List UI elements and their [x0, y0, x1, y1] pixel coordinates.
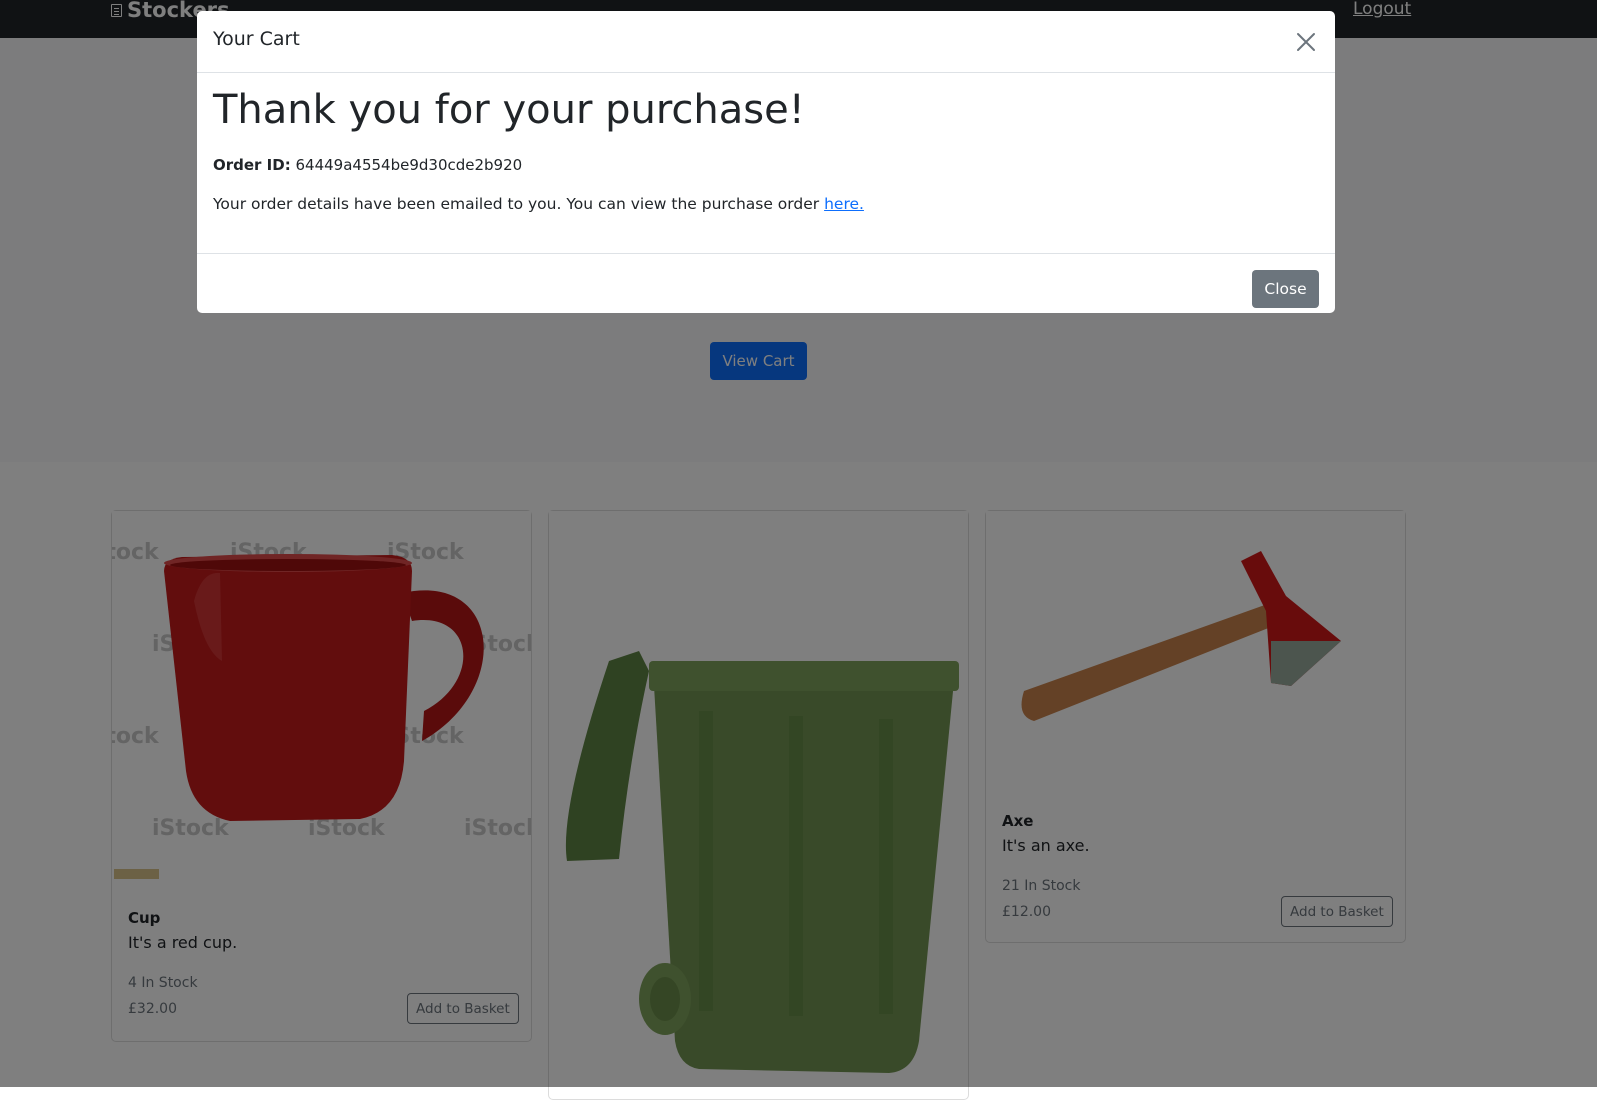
modal-header: Your Cart [197, 11, 1335, 73]
purchase-order-link[interactable]: here. [824, 195, 864, 213]
modal-title: Your Cart [213, 28, 300, 50]
close-button[interactable]: Close [1252, 270, 1319, 308]
purchase-heading: Thank you for your purchase! [213, 87, 805, 133]
modal-footer: Close [197, 253, 1335, 313]
order-details-text: Your order details have been emailed to … [213, 195, 864, 213]
order-id-line: Order ID: 64449a4554be9d30cde2b920 [213, 156, 522, 174]
cart-modal: Your Cart Thank you for your purchase! O… [197, 11, 1335, 313]
modal-body: Thank you for your purchase! Order ID: 6… [213, 73, 1319, 253]
order-id-label: Order ID: [213, 156, 291, 174]
close-icon[interactable] [1294, 30, 1318, 54]
order-id-value: 64449a4554be9d30cde2b920 [295, 156, 523, 174]
details-text: Your order details have been emailed to … [213, 195, 820, 213]
